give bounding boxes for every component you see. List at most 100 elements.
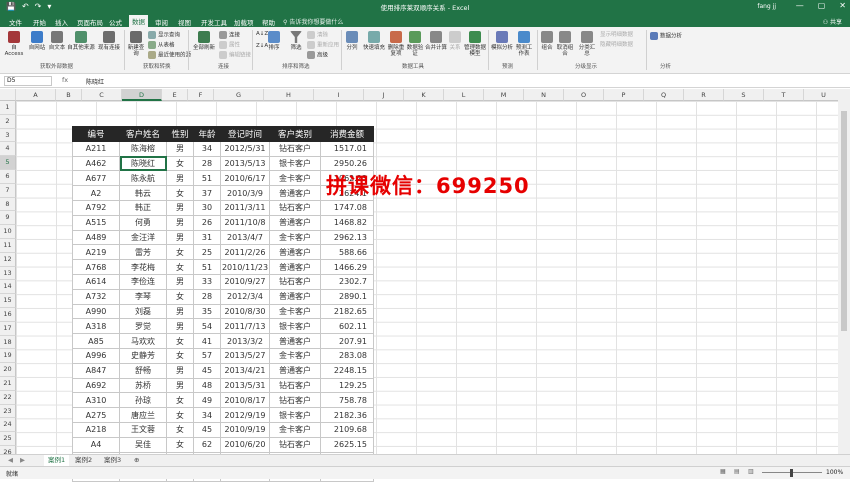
- row-header-11[interactable]: 11: [0, 239, 16, 253]
- row-header-12[interactable]: 12: [0, 252, 16, 267]
- cell-age[interactable]: 48: [193, 377, 221, 394]
- cell-id[interactable]: A4: [72, 436, 120, 453]
- subtotal-button[interactable]: 分类汇总: [577, 31, 597, 57]
- cell-date[interactable]: 2013/4/7: [220, 229, 270, 246]
- cell-category[interactable]: 钻石客户: [269, 273, 321, 290]
- relationships-button[interactable]: 关系: [448, 31, 462, 51]
- column-header-d[interactable]: D: [122, 89, 162, 101]
- cell-name[interactable]: 何勇: [119, 214, 167, 231]
- cell-gender[interactable]: 男: [166, 170, 194, 187]
- from-web-button[interactable]: 自网站: [28, 31, 46, 51]
- cell-id[interactable]: A677: [72, 170, 120, 187]
- row-header-21[interactable]: 21: [0, 377, 16, 391]
- header-category[interactable]: 客户类别: [269, 126, 321, 142]
- normal-view-icon[interactable]: ▦: [720, 468, 726, 475]
- recent-sources-button[interactable]: 最近使用的源: [148, 51, 191, 59]
- row-header-6[interactable]: 6: [0, 170, 16, 184]
- cell-name[interactable]: 雷芳: [119, 244, 167, 261]
- maximize-button[interactable]: ▢: [818, 1, 826, 10]
- cell-category[interactable]: 银卡客户: [269, 407, 321, 423]
- cell-amount[interactable]: 588.66: [320, 244, 374, 261]
- cell-category[interactable]: 金卡客户: [269, 421, 321, 438]
- row-header-15[interactable]: 15: [0, 294, 16, 308]
- filter-button[interactable]: 筛选: [287, 31, 305, 51]
- cell-age[interactable]: 49: [193, 392, 221, 409]
- text-to-columns-button[interactable]: 分列: [344, 31, 360, 51]
- header-name[interactable]: 客户姓名: [119, 126, 167, 142]
- cell-gender[interactable]: 女: [166, 392, 194, 409]
- user-name[interactable]: fang jj: [757, 3, 776, 10]
- cell-category[interactable]: 普通客户: [269, 244, 321, 261]
- column-header-t[interactable]: T: [764, 89, 804, 101]
- column-header-b[interactable]: B: [56, 89, 82, 101]
- from-access-button[interactable]: 自 Access: [2, 31, 26, 57]
- cell-name[interactable]: 韩正: [119, 199, 167, 216]
- clear-button[interactable]: 清除: [307, 31, 328, 39]
- cell-category[interactable]: 普通客户: [269, 288, 321, 305]
- cell-gender[interactable]: 女: [166, 436, 194, 453]
- cell-date[interactable]: 2013/5/13: [220, 155, 270, 172]
- tell-me-search[interactable]: ⚲ 告诉我你想要做什么: [283, 17, 343, 26]
- cell-category[interactable]: 金卡客户: [269, 229, 321, 246]
- data-validation-button[interactable]: 数据验证: [406, 31, 424, 57]
- cell-category[interactable]: 普通客户: [269, 333, 321, 349]
- group-rows-button[interactable]: 组合: [540, 31, 554, 51]
- cell-gender[interactable]: 男: [166, 318, 194, 335]
- cell-category[interactable]: 钻石客户: [269, 436, 321, 453]
- row-header-19[interactable]: 19: [0, 349, 16, 364]
- column-header-e[interactable]: E: [162, 89, 188, 101]
- cell-category[interactable]: 银卡客户: [269, 155, 321, 172]
- cell-gender[interactable]: 女: [166, 155, 194, 172]
- cell-category[interactable]: 普通客户: [269, 259, 321, 275]
- hide-detail-button[interactable]: 隐藏明细数据: [600, 42, 633, 48]
- column-header-i[interactable]: I: [314, 89, 364, 101]
- cell-gender[interactable]: 男: [166, 377, 194, 394]
- column-header-g[interactable]: G: [214, 89, 264, 101]
- cell-gender[interactable]: 女: [166, 421, 194, 438]
- cell-date[interactable]: 2010/9/19: [220, 421, 270, 438]
- cell-age[interactable]: 51: [193, 259, 221, 275]
- cell-id[interactable]: A768: [72, 259, 120, 275]
- cell-age[interactable]: 54: [193, 318, 221, 335]
- row-header-1[interactable]: 1: [0, 101, 16, 115]
- row-header-4[interactable]: 4: [0, 142, 16, 157]
- advanced-button[interactable]: 高级: [307, 51, 328, 59]
- cell-gender[interactable]: 男: [166, 273, 194, 290]
- cell-date[interactable]: 2013/5/27: [220, 347, 270, 364]
- cell-name[interactable]: 舒畅: [119, 362, 167, 379]
- row-header-3[interactable]: 3: [0, 128, 16, 143]
- refresh-all-button[interactable]: 全部刷新: [191, 31, 217, 51]
- cell-gender[interactable]: 男: [166, 362, 194, 379]
- cell-category[interactable]: 钻石客户: [269, 377, 321, 394]
- cell-amount[interactable]: 1747.08: [320, 199, 374, 216]
- cell-name[interactable]: 陈永航: [119, 170, 167, 187]
- cell-id[interactable]: A310: [72, 392, 120, 409]
- from-other-button[interactable]: 自其他来源: [67, 31, 95, 51]
- cell-age[interactable]: 30: [193, 199, 221, 216]
- existing-conn-button[interactable]: 现有连接: [97, 31, 121, 51]
- header-date[interactable]: 登记时间: [220, 126, 270, 142]
- cell-id[interactable]: A847: [72, 362, 120, 379]
- cell-category[interactable]: 普通客户: [269, 214, 321, 231]
- zoom-slider-thumb[interactable]: [790, 469, 793, 477]
- select-all-corner[interactable]: [0, 89, 16, 101]
- cell-category[interactable]: 金卡客户: [269, 347, 321, 364]
- cell-category[interactable]: 钻石客户: [269, 392, 321, 409]
- cell-date[interactable]: 2013/4/21: [220, 362, 270, 379]
- cell-age[interactable]: 31: [193, 229, 221, 246]
- row-header-23[interactable]: 23: [0, 404, 16, 419]
- header-gender[interactable]: 性别: [166, 126, 194, 142]
- sheet-tab-2[interactable]: 案例2: [71, 455, 96, 466]
- new-query-button[interactable]: 新建查询: [127, 31, 145, 57]
- cell-amount[interactable]: 207.91: [320, 333, 374, 349]
- cell-name[interactable]: 韩云: [119, 185, 167, 201]
- cell-age[interactable]: 28: [193, 288, 221, 305]
- cell-category[interactable]: 金卡客户: [269, 170, 321, 187]
- cell-name[interactable]: 金汪洋: [119, 229, 167, 246]
- cell-date[interactable]: 2010/8/30: [220, 303, 270, 320]
- column-header-k[interactable]: K: [404, 89, 444, 101]
- row-header-18[interactable]: 18: [0, 335, 16, 350]
- cell-id[interactable]: A2: [72, 185, 120, 201]
- consolidate-button[interactable]: 合并计算: [425, 31, 447, 51]
- cell-id[interactable]: A996: [72, 347, 120, 364]
